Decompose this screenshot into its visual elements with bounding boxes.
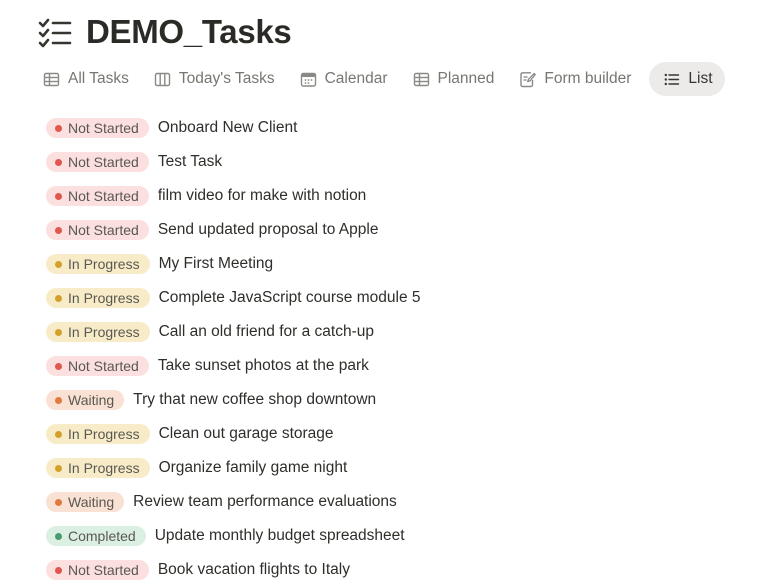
table-icon [43,72,60,86]
task-name[interactable]: Clean out garage storage [159,425,334,443]
status-badge[interactable]: In Progress [46,288,150,308]
tab-all-tasks[interactable]: All Tasks [38,62,136,96]
list-item[interactable]: Completed Update monthly budget spreadsh… [46,519,421,553]
tab-calendar[interactable]: Calendar [293,62,395,96]
tab-label: List [688,70,713,87]
database-page: DEMO_Tasks All Tasks Today's Tasks Calen… [0,0,768,587]
list-item[interactable]: Not Started Take sunset photos at the pa… [46,349,421,383]
status-dot [55,328,62,336]
list-item[interactable]: Not Started film video for make with not… [46,179,421,213]
status-dot [55,294,62,302]
task-name[interactable]: Test Task [158,153,222,171]
page-header: DEMO_Tasks [38,12,292,52]
status-badge[interactable]: In Progress [46,458,150,478]
status-dot [55,464,62,472]
task-name[interactable]: Take sunset photos at the park [158,357,369,375]
task-name[interactable]: Onboard New Client [158,119,298,137]
form-icon [520,71,537,87]
status-badge[interactable]: In Progress [46,424,150,444]
task-name[interactable]: My First Meeting [159,255,274,273]
status-label: In Progress [68,324,140,340]
status-dot [55,532,62,540]
list-item[interactable]: Not Started Book vacation flights to Ita… [46,553,421,587]
status-label: Not Started [68,120,139,136]
task-name[interactable]: Try that new coffee shop downtown [133,391,376,409]
list-item[interactable]: In Progress Call an old friend for a cat… [46,315,421,349]
tab-list[interactable]: List [649,62,725,96]
status-badge[interactable]: Not Started [46,152,149,172]
page-title[interactable]: DEMO_Tasks [86,12,292,52]
status-dot [55,566,62,574]
status-label: Not Started [68,222,139,238]
status-badge[interactable]: Waiting [46,390,125,410]
status-badge[interactable]: Not Started [46,186,149,206]
tab-label: Form builder [544,70,632,87]
status-badge[interactable]: Completed [46,526,146,546]
status-dot [55,396,62,404]
status-label: Not Started [68,358,139,374]
task-name[interactable]: film video for make with notion [158,187,366,205]
status-label: In Progress [68,256,140,272]
status-dot [55,430,62,438]
status-label: Waiting [68,494,115,510]
status-dot [55,226,62,234]
calendar-icon [300,72,316,87]
status-label: In Progress [68,290,140,306]
list-item[interactable]: Waiting Review team performance evaluati… [46,485,421,519]
status-badge[interactable]: Waiting [46,492,125,512]
task-list: Not Started Onboard New Client Not Start… [46,111,421,587]
status-dot [55,260,62,268]
tab-planned[interactable]: Planned [406,62,502,96]
status-dot [55,192,62,200]
list-item[interactable]: In Progress Clean out garage storage [46,417,421,451]
status-label: Not Started [68,154,139,170]
tab-todays-tasks[interactable]: Today's Tasks [147,62,282,96]
status-dot [55,158,62,166]
status-badge[interactable]: In Progress [46,322,150,342]
status-badge[interactable]: In Progress [46,254,150,274]
tab-label: All Tasks [68,70,129,87]
tab-label: Today's Tasks [178,70,275,87]
tab-label: Planned [437,70,495,87]
task-name[interactable]: Review team performance evaluations [133,493,397,511]
status-label: Completed [68,528,136,544]
tab-form-builder[interactable]: Form builder [512,62,638,96]
status-badge[interactable]: Not Started [46,560,149,580]
view-tabs: All Tasks Today's Tasks Calendar Planned… [38,62,725,96]
task-name[interactable]: Organize family game night [159,459,348,477]
task-name[interactable]: Complete JavaScript course module 5 [159,289,421,307]
task-name[interactable]: Update monthly budget spreadsheet [155,527,405,545]
tab-label: Calendar [324,70,388,87]
list-icon [664,73,680,85]
task-name[interactable]: Call an old friend for a catch-up [159,323,374,341]
task-name[interactable]: Send updated proposal to Apple [158,221,379,239]
board-icon [154,72,171,86]
status-badge[interactable]: Not Started [46,356,149,376]
status-label: Not Started [68,562,139,578]
status-dot [55,498,62,506]
table-icon [413,72,429,86]
status-dot [55,362,62,370]
status-dot [55,124,62,132]
status-label: Not Started [68,188,139,204]
task-name[interactable]: Book vacation flights to Italy [158,561,350,579]
status-label: In Progress [68,460,140,476]
list-item[interactable]: In Progress My First Meeting [46,247,421,281]
status-badge[interactable]: Not Started [46,118,149,138]
list-item[interactable]: In Progress Complete JavaScript course m… [46,281,421,315]
list-item[interactable]: Not Started Send updated proposal to App… [46,213,421,247]
status-label: In Progress [68,426,140,442]
list-item[interactable]: In Progress Organize family game night [46,451,421,485]
status-badge[interactable]: Not Started [46,220,149,240]
list-item[interactable]: Not Started Onboard New Client [46,111,421,145]
checklist-icon [38,18,72,48]
status-label: Waiting [68,392,115,408]
list-item[interactable]: Waiting Try that new coffee shop downtow… [46,383,421,417]
list-item[interactable]: Not Started Test Task [46,145,421,179]
